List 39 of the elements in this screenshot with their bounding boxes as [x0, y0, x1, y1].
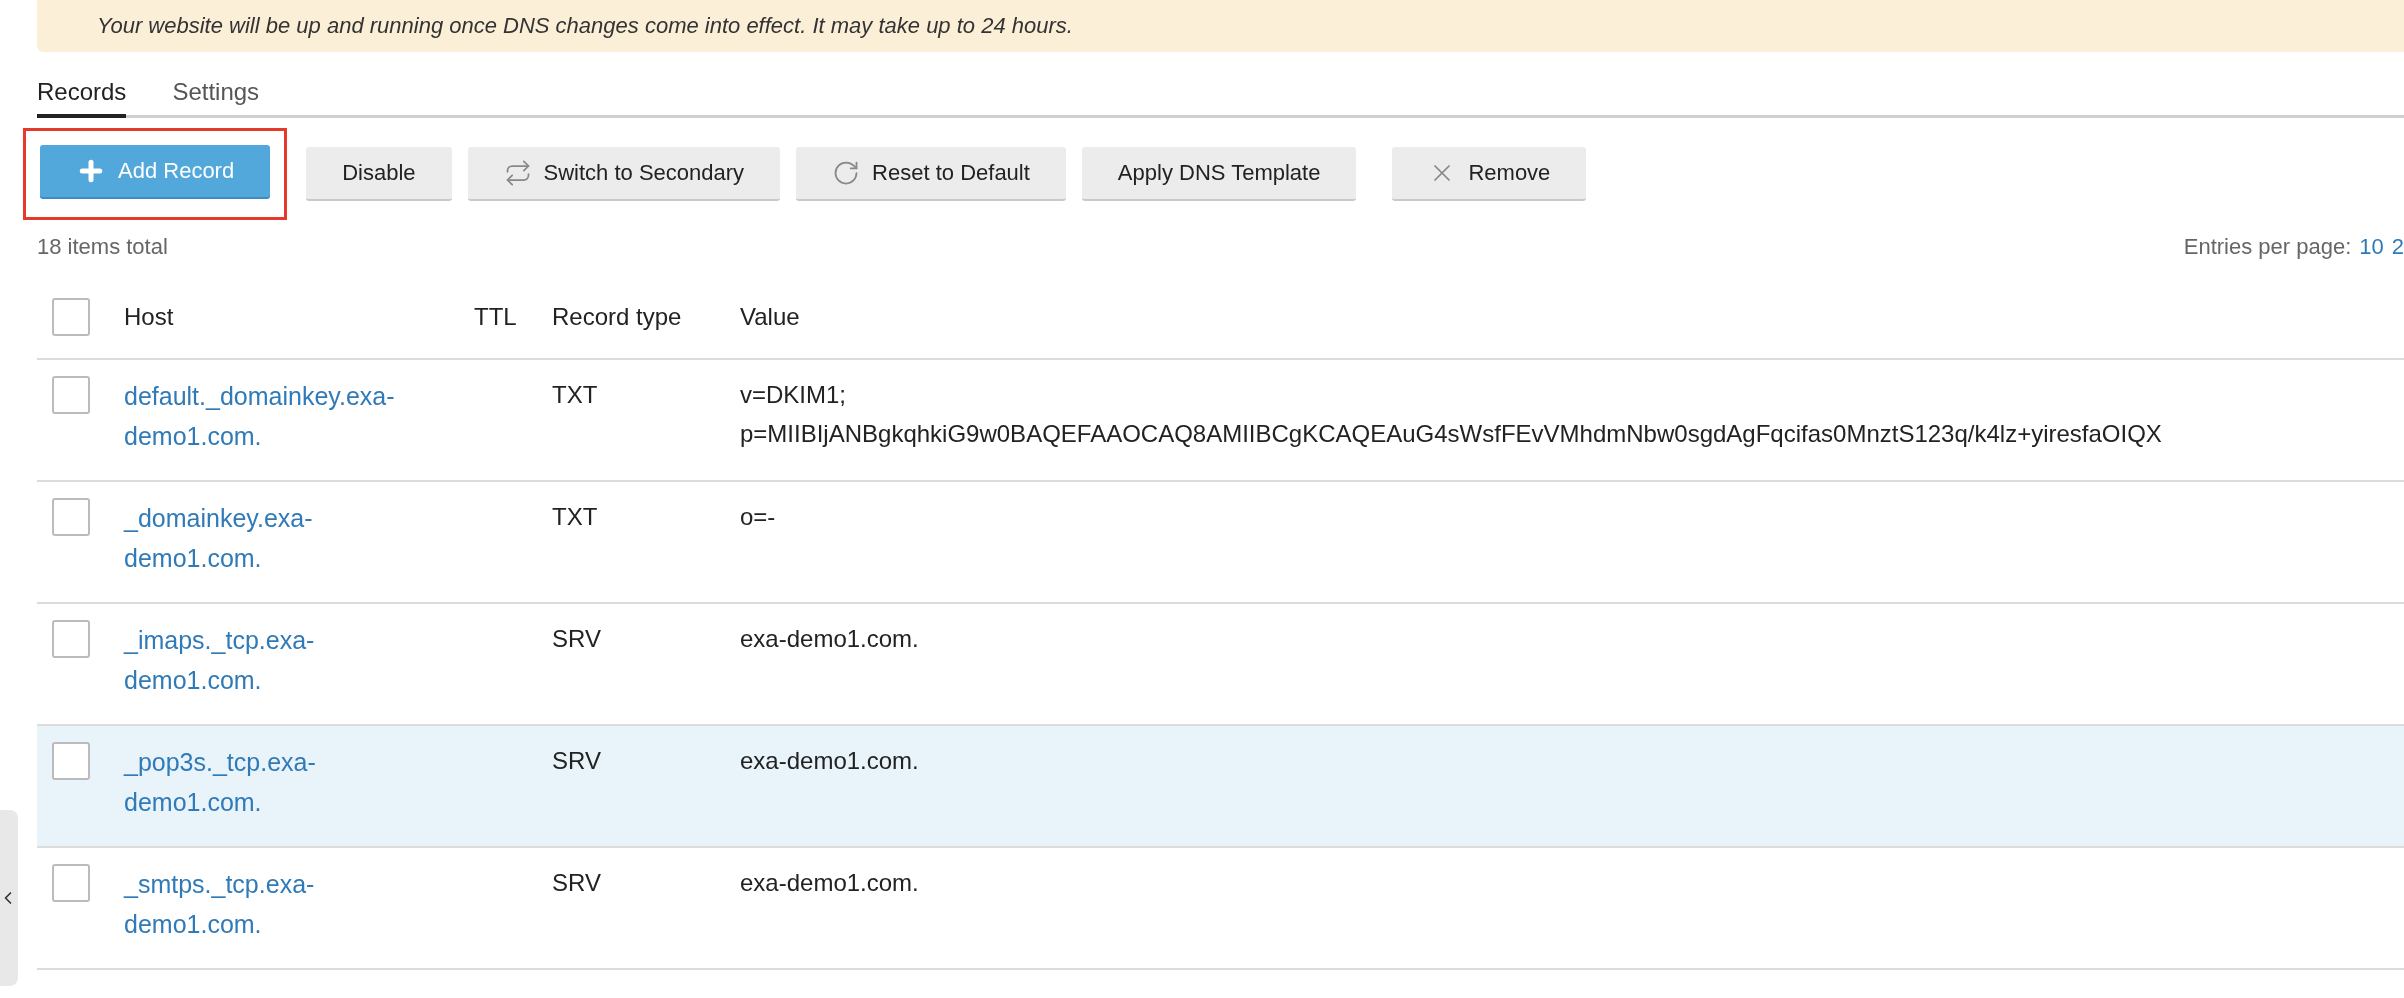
- table-cell-text: TXT: [552, 502, 599, 533]
- checkbox[interactable]: [52, 742, 90, 781]
- checkbox[interactable]: [52, 298, 90, 336]
- table-row[interactable]: _pop3s._tcp.exa-demo1.com. SRV exa-demo1.com.: [37, 726, 2404, 849]
- column-header: TTL: [474, 302, 518, 332]
- value-text: exa-demo1.com.: [740, 624, 920, 655]
- toolbar-button[interactable]: Reset to Default: [796, 147, 1066, 201]
- toolbar-button[interactable]: Disable: [306, 147, 452, 201]
- toolbar-button[interactable]: Apply DNS Template: [1081, 147, 1357, 201]
- column-header: Value: [740, 302, 801, 332]
- value-text: o=-: [740, 502, 777, 533]
- toolbar-button[interactable]: Switch to Secondary: [467, 147, 781, 201]
- page-size-link[interactable]: 10: [2359, 234, 2384, 260]
- host-link[interactable]: _imaps._tcp.exa-demo1.com.: [124, 620, 414, 701]
- column-header: Record type: [552, 302, 683, 332]
- column-header: Host: [124, 302, 175, 332]
- table-cell-text: TXT: [552, 380, 599, 411]
- host-link[interactable]: _pop3s._tcp.exa-demo1.com.: [124, 742, 414, 823]
- table-cell-text: SRV: [552, 624, 602, 655]
- items-total: 18 items total: [37, 234, 168, 260]
- tab[interactable]: Settings: [172, 78, 260, 118]
- notice-text: Your website will be up and running once DNS changes come into effect. It may take up to 24 hours.: [97, 13, 1073, 39]
- checkbox[interactable]: [52, 620, 90, 659]
- tab[interactable]: Records: [37, 78, 127, 118]
- checkbox[interactable]: [52, 376, 90, 415]
- value-text: exa-demo1.com.: [740, 746, 920, 777]
- host-link[interactable]: _smtps._tcp.exa-demo1.com.: [124, 864, 414, 945]
- value-text: exa-demo1.com.: [740, 868, 920, 899]
- page-size-link[interactable]: 2: [2391, 234, 2404, 260]
- checkbox[interactable]: [52, 498, 90, 537]
- entries-per-page-label: Entries per page:: [2183, 234, 2352, 260]
- table-cell-text: SRV: [552, 746, 602, 777]
- table-cell-text: SRV: [552, 868, 602, 899]
- checkbox[interactable]: [52, 864, 90, 903]
- toolbar-button[interactable]: Remove: [1392, 147, 1587, 201]
- value-text: p=MIIBIjANBgkqhkiG9w0BAQEFAAOCAQ8AMIIBCgKCAQEAuG4sWsfFEvVMhdmNbw0sgdAgFqcifas0MnztS123q/k4lz+yiresfaOIQX: [740, 418, 2163, 449]
- host-link[interactable]: _domainkey.exa-demo1.com.: [124, 498, 414, 579]
- value-text: v=DKIM1;: [740, 380, 848, 411]
- host-link[interactable]: default._domainkey.exa-demo1.com.: [124, 376, 414, 457]
